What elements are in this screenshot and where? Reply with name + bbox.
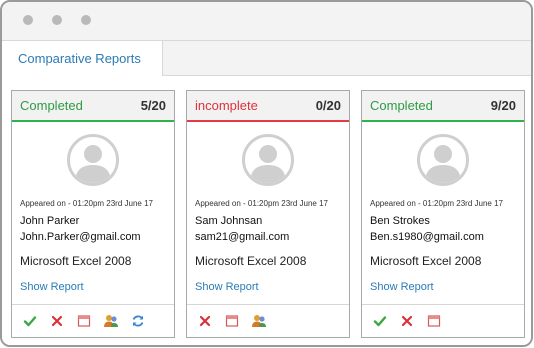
show-report-link[interactable]: Show Report xyxy=(370,281,434,293)
window-dot-3[interactable] xyxy=(81,15,91,25)
card-actions xyxy=(12,304,174,337)
report-card: Completed 9/20 Appeared on - 01:20pm 23r… xyxy=(361,90,525,338)
status-label: Completed xyxy=(20,98,83,113)
cross-icon[interactable] xyxy=(197,313,213,329)
score-count: 0/20 xyxy=(315,98,341,113)
candidate-email: Ben.s1980@gmail.com xyxy=(370,231,484,243)
window-icon[interactable] xyxy=(76,313,92,329)
tab-comparative-reports[interactable]: Comparative Reports xyxy=(2,40,163,77)
window-icon[interactable] xyxy=(224,313,240,329)
avatar xyxy=(417,134,469,186)
appeared-on-text: Appeared on - 01:20pm 23rd June 17 xyxy=(370,199,503,208)
app-window: Comparative Reports Completed 5/20 Appea… xyxy=(0,0,533,347)
check-icon[interactable] xyxy=(22,313,38,329)
window-dot-1[interactable] xyxy=(23,15,33,25)
course-name: Microsoft Excel 2008 xyxy=(370,254,482,268)
user-avatar-icon xyxy=(250,145,286,183)
show-report-link[interactable]: Show Report xyxy=(20,281,84,293)
candidate-email: John.Parker@gmail.com xyxy=(20,231,141,243)
appeared-on-text: Appeared on - 01:20pm 23rd June 17 xyxy=(195,199,328,208)
window-icon[interactable] xyxy=(426,313,442,329)
report-card: incomplete 0/20 Appeared on - 01:20pm 23… xyxy=(186,90,350,338)
card-header: Completed 5/20 xyxy=(12,91,174,122)
refresh-icon[interactable] xyxy=(130,313,146,329)
report-card: Completed 5/20 Appeared on - 01:20pm 23r… xyxy=(11,90,175,338)
title-bar xyxy=(2,2,531,40)
course-name: Microsoft Excel 2008 xyxy=(20,254,132,268)
window-dot-2[interactable] xyxy=(52,15,62,25)
card-header: Completed 9/20 xyxy=(362,91,524,122)
candidate-email: sam21@gmail.com xyxy=(195,231,290,243)
cross-icon[interactable] xyxy=(49,313,65,329)
avatar xyxy=(242,134,294,186)
users-icon[interactable] xyxy=(103,313,119,329)
score-count: 9/20 xyxy=(490,98,516,113)
cross-icon[interactable] xyxy=(399,313,415,329)
tab-bar: Comparative Reports xyxy=(2,40,531,77)
users-icon[interactable] xyxy=(251,313,267,329)
card-actions xyxy=(187,304,349,337)
status-label: incomplete xyxy=(195,98,258,113)
status-label: Completed xyxy=(370,98,433,113)
candidate-name: John Parker xyxy=(20,215,80,227)
reports-area: Completed 5/20 Appeared on - 01:20pm 23r… xyxy=(2,76,531,345)
user-avatar-icon xyxy=(425,145,461,183)
course-name: Microsoft Excel 2008 xyxy=(195,254,307,268)
score-count: 5/20 xyxy=(140,98,166,113)
candidate-name: Sam Johnsan xyxy=(195,215,263,227)
card-header: incomplete 0/20 xyxy=(187,91,349,122)
show-report-link[interactable]: Show Report xyxy=(195,281,259,293)
check-icon[interactable] xyxy=(372,313,388,329)
avatar xyxy=(67,134,119,186)
candidate-name: Ben Strokes xyxy=(370,215,430,227)
appeared-on-text: Appeared on - 01:20pm 23rd June 17 xyxy=(20,199,153,208)
user-avatar-icon xyxy=(75,145,111,183)
card-actions xyxy=(362,304,524,337)
